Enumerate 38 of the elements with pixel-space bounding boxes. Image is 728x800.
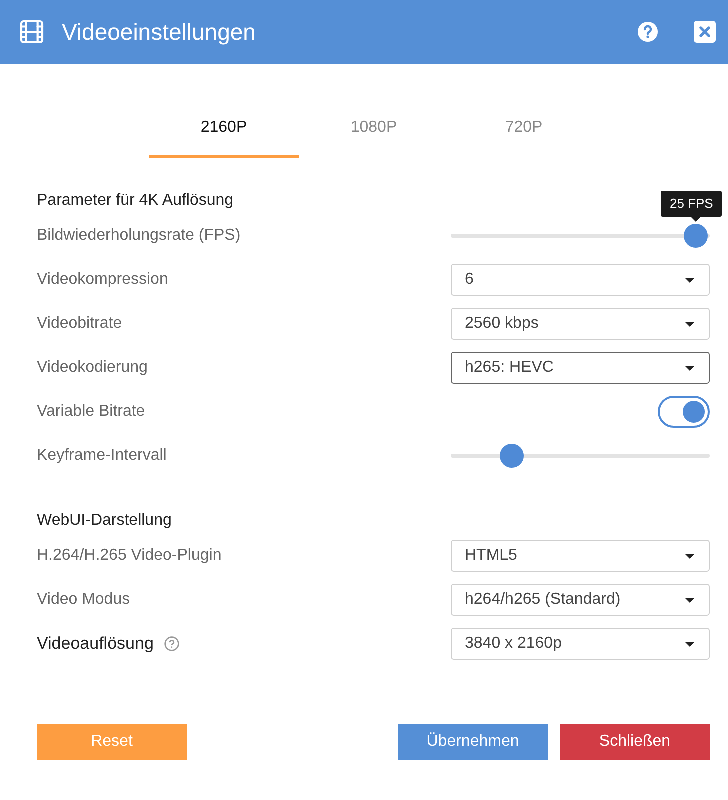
dropdown[interactable]: h265: HEVC <box>451 352 710 384</box>
caret-icon <box>685 366 695 370</box>
setting-label: Videobitrate <box>37 314 122 334</box>
dropdown[interactable]: HTML5 <box>451 540 710 572</box>
caret-icon <box>685 322 695 326</box>
setting-label: Video Modus <box>37 590 130 610</box>
setting-label: Videoauflösung <box>37 633 154 656</box>
film-icon <box>18 18 46 46</box>
close-button[interactable] <box>694 21 716 43</box>
caret-icon <box>685 642 695 646</box>
help-icon <box>638 22 658 42</box>
setting-label: Keyframe-Intervall <box>37 446 167 466</box>
caret-icon <box>685 554 695 558</box>
slider-thumb[interactable] <box>500 444 524 468</box>
dropdown[interactable]: 6 <box>451 264 710 296</box>
caret-icon <box>685 278 695 282</box>
help-icon[interactable] <box>164 636 180 652</box>
resolution-tab[interactable]: 2160P <box>149 100 299 158</box>
resolution-tab[interactable]: 720P <box>449 100 599 158</box>
section-heading: Parameter für 4K Auflösung <box>37 191 234 211</box>
toggle-switch[interactable] <box>658 396 710 428</box>
value-tooltip: 25 FPS <box>661 191 722 217</box>
setting-label: Videokompression <box>37 270 168 290</box>
window-title: Videoeinstellungen <box>62 18 256 47</box>
dropdown[interactable]: 3840 x 2160p <box>451 628 710 660</box>
close-icon <box>697 24 713 40</box>
setting-label: H.264/H.265 Video-Plugin <box>37 546 222 566</box>
section-heading: WebUI-Darstellung <box>37 511 172 531</box>
dropdown[interactable]: 2560 kbps <box>451 308 710 340</box>
tooltip-pointer-icon <box>691 217 701 222</box>
close-button[interactable]: Schließen <box>560 724 710 760</box>
setting-label: Bildwiederholungsrate (FPS) <box>37 226 241 246</box>
dropdown[interactable]: h264/h265 (Standard) <box>451 584 710 616</box>
setting-label: Variable Bitrate <box>37 402 146 422</box>
slider-thumb[interactable] <box>684 224 708 248</box>
setting-label: Videokodierung <box>37 358 148 378</box>
caret-icon <box>685 598 695 602</box>
resolution-tab[interactable]: 1080P <box>299 100 449 158</box>
